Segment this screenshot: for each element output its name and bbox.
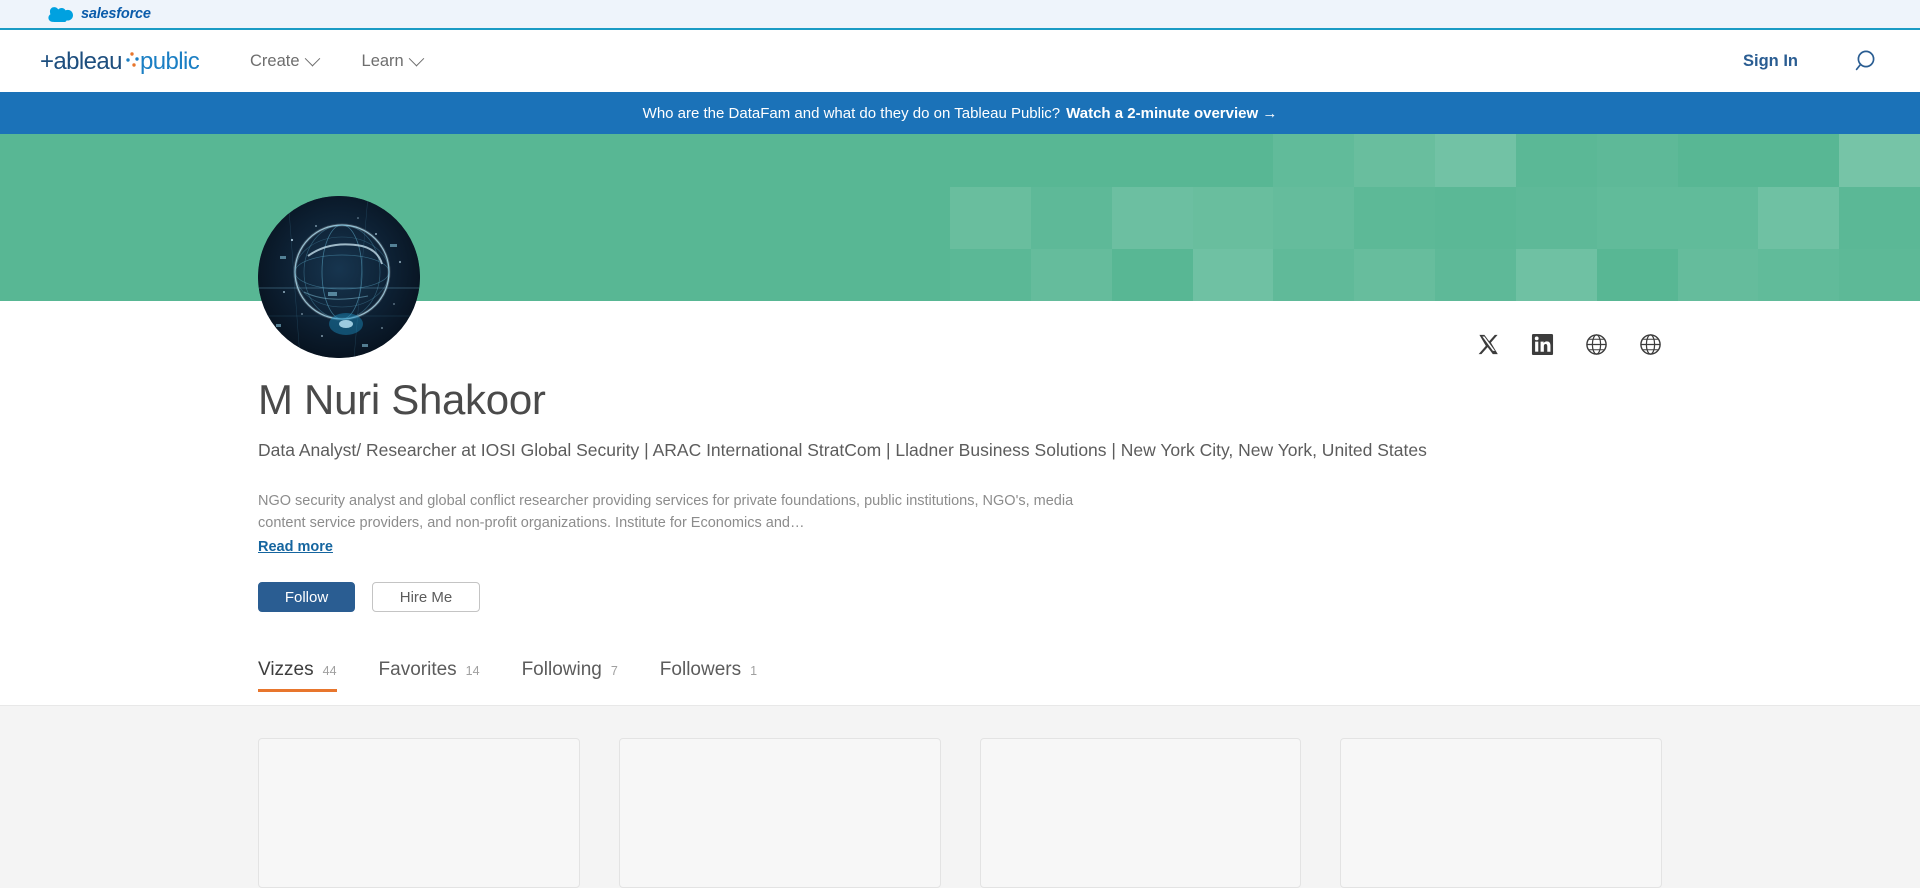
profile-action-buttons: Follow Hire Me <box>258 582 1662 613</box>
tab-label: Vizzes <box>258 659 314 681</box>
mosaic-tile <box>1354 249 1435 301</box>
mosaic-tile <box>1596 134 1678 187</box>
linkedin-icon[interactable] <box>1531 333 1554 356</box>
tab-following[interactable]: Following 7 <box>522 659 618 692</box>
tab-followers[interactable]: Followers 1 <box>660 659 757 692</box>
viz-card[interactable] <box>618 738 941 888</box>
tab-label: Following <box>521 659 602 681</box>
salesforce-wordmark: salesforce <box>81 6 151 22</box>
viz-card[interactable] <box>1340 738 1662 888</box>
mosaic-tile <box>1839 187 1920 250</box>
mosaic-tile <box>1596 186 1678 250</box>
tab-favorites[interactable]: Favorites 14 <box>379 659 480 692</box>
tab-vizzes[interactable]: Vizzes 44 <box>258 659 337 693</box>
search-icon[interactable] <box>1854 48 1880 74</box>
section-divider <box>0 705 1920 706</box>
tab-count: 7 <box>610 664 618 679</box>
nav-item-learn-label: Learn <box>361 51 404 70</box>
promo-banner[interactable]: Who are the DataFam and what do they do … <box>0 92 1920 134</box>
mosaic-tile <box>1516 134 1597 187</box>
mosaic-tile <box>1435 134 1516 187</box>
chevron-down-icon <box>304 50 320 66</box>
mosaic-tile <box>1354 187 1435 250</box>
nav-links: Create Learn <box>250 50 425 71</box>
mosaic-tile <box>1192 249 1274 301</box>
website-globe-icon[interactable] <box>1585 333 1608 356</box>
follow-button[interactable]: Follow <box>258 582 355 613</box>
mosaic-tile <box>950 249 1031 301</box>
mosaic-tile <box>1515 186 1597 250</box>
mosaic-tile <box>1677 249 1759 301</box>
website-globe-icon-2[interactable] <box>1639 333 1662 356</box>
sign-in-button[interactable]: Sign In <box>1743 52 1798 71</box>
tab-count: 44 <box>322 664 337 679</box>
hire-me-button[interactable]: Hire Me <box>372 582 480 613</box>
nav-item-learn[interactable]: Learn <box>361 50 425 71</box>
mosaic-tile <box>1192 186 1274 250</box>
tab-label: Favorites <box>378 659 457 681</box>
profile-bio: NGO security analyst and global conflict… <box>258 493 1074 532</box>
vizzes-grid-area <box>0 706 1920 888</box>
tab-count: 1 <box>750 664 758 679</box>
promo-text: Who are the DataFam and what do they do … <box>642 104 1061 122</box>
mosaic-tile <box>1758 186 1840 250</box>
mosaic-tile <box>1273 186 1355 250</box>
promo-cta-link[interactable]: Watch a 2-minute overview → <box>1066 105 1277 122</box>
twitter-x-icon[interactable] <box>1477 333 1500 356</box>
mosaic-tile <box>1273 134 1355 187</box>
mosaic-tile <box>1435 249 1516 301</box>
svg-text:public: public <box>140 48 200 74</box>
profile-section: M Nuri Shakoor Data Analyst/ Researcher … <box>0 196 1920 706</box>
mosaic-tile <box>1435 187 1516 250</box>
profile-headline: Data Analyst/ Researcher at IOSI Global … <box>258 440 1427 461</box>
page-title: M Nuri Shakoor <box>258 376 546 423</box>
main-navigation: +ableau public Create Learn Sign In <box>0 30 1920 92</box>
viz-card[interactable] <box>258 738 580 888</box>
tab-count: 14 <box>465 664 480 679</box>
hero-mosaic-pattern <box>950 134 1920 301</box>
chevron-down-icon <box>408 50 425 66</box>
tableau-public-logo[interactable]: +ableau public <box>40 48 202 74</box>
nav-item-create-label: Create <box>250 51 300 70</box>
nav-right-group: Sign In <box>1743 48 1880 74</box>
mosaic-tile <box>1839 249 1920 301</box>
avatar[interactable] <box>258 196 420 358</box>
mosaic-tile <box>1839 134 1920 187</box>
mosaic-tile <box>1030 249 1112 301</box>
mosaic-tile <box>1758 249 1840 301</box>
mosaic-tile <box>1354 134 1435 187</box>
mosaic-tile <box>1030 186 1112 250</box>
profile-tabs: Vizzes 44 Favorites 14 Following 7 Followers 1 <box>258 659 1662 693</box>
mosaic-tile <box>1111 186 1193 250</box>
viz-card[interactable] <box>979 738 1302 888</box>
vizzes-grid <box>0 738 1920 888</box>
read-more-link[interactable]: Read more <box>258 539 333 555</box>
salesforce-logo[interactable]: salesforce <box>48 6 151 25</box>
svg-text:+ableau: +ableau <box>40 48 122 74</box>
mosaic-tile <box>1515 249 1597 301</box>
nav-item-create[interactable]: Create <box>250 50 320 71</box>
mosaic-tile <box>1677 186 1759 250</box>
mosaic-tile <box>1273 249 1355 301</box>
tab-label: Followers <box>659 659 742 681</box>
social-links <box>1477 333 1662 356</box>
salesforce-cloud-icon <box>48 6 74 25</box>
mosaic-tile <box>950 186 1031 250</box>
salesforce-bar: salesforce <box>0 0 1920 30</box>
